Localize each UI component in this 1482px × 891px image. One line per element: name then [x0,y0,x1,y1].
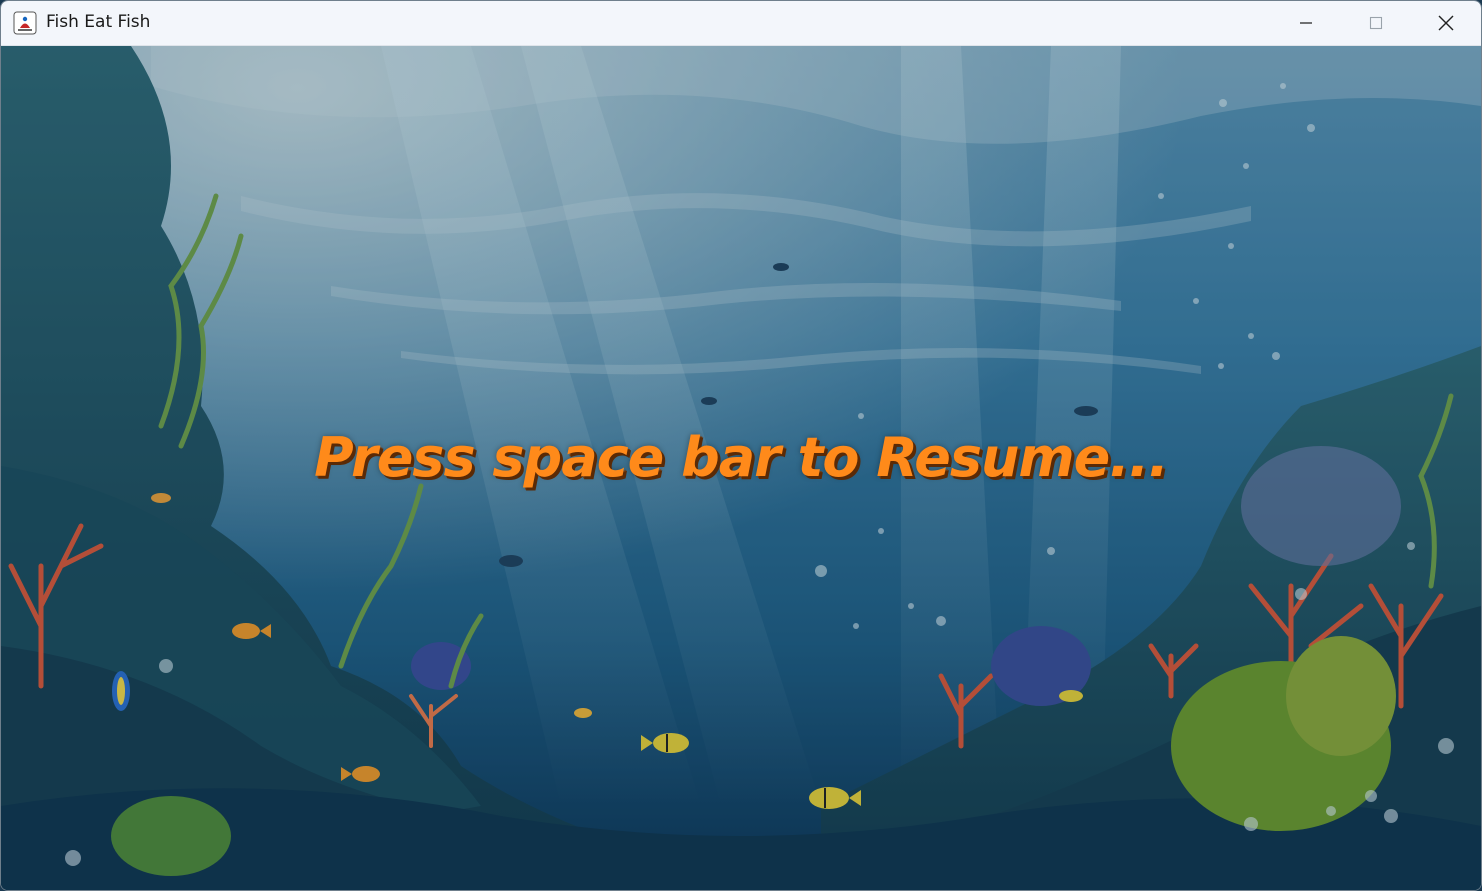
title-bar[interactable]: Fish Eat Fish [1,1,1481,46]
pause-message: Press space bar to Resume... [314,426,1169,489]
window-title: Fish Eat Fish [46,12,151,32]
game-window: Fish Eat Fish Press space bar to Resume.… [0,0,1482,891]
close-icon [1438,15,1454,31]
minimize-icon [1300,22,1312,24]
java-app-icon [13,11,37,35]
minimize-button[interactable] [1271,1,1341,45]
game-canvas[interactable]: Press space bar to Resume... [1,46,1481,890]
close-button[interactable] [1411,1,1481,45]
maximize-icon [1369,16,1383,30]
maximize-button[interactable] [1341,1,1411,45]
